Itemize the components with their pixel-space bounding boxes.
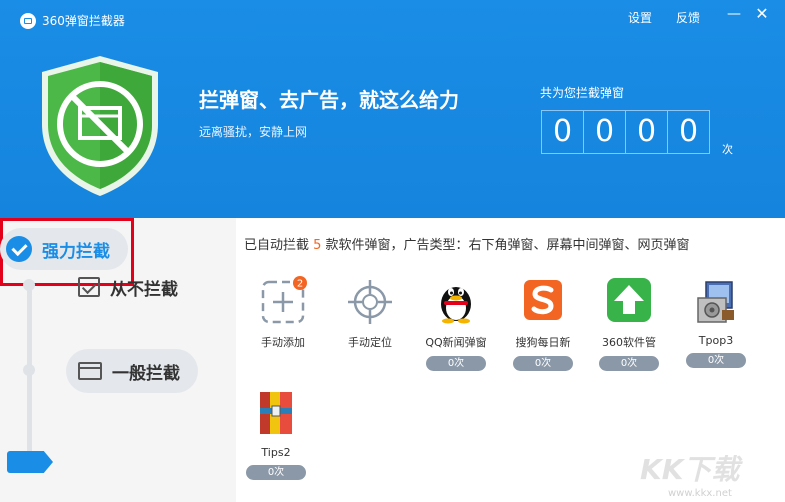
settings-link[interactable]: 设置	[628, 9, 652, 26]
manual-locate-button[interactable]: 手动定位	[325, 276, 415, 350]
mode-never-block[interactable]: 从不拦截	[78, 272, 178, 302]
crosshair-icon	[348, 280, 392, 324]
app-name: QQ新闻弹窗	[425, 336, 487, 349]
summary-prefix: 已自动拦截	[244, 238, 314, 253]
feedback-link[interactable]: 反馈	[676, 9, 700, 26]
counter-digit: 0	[626, 111, 668, 153]
installer-icon	[697, 281, 734, 323]
checkbox-icon	[78, 277, 100, 297]
mode-sidebar: 从不拦截 一般拦截 强力拦截	[0, 218, 236, 502]
app-tile-360[interactable]: 360软件管 0次	[584, 276, 674, 371]
subline: 远离骚扰，安静上网	[199, 125, 308, 139]
app-tile-tpop3[interactable]: Tpop3 0次	[671, 276, 761, 368]
mode-slider-handle[interactable]	[7, 451, 53, 473]
up-arrow-icon	[607, 278, 651, 322]
counter-label: 共为您拦截弹窗	[540, 86, 625, 100]
app-tile-qq[interactable]: QQ新闻弹窗 0次	[411, 276, 501, 371]
counter-digit: 0	[542, 111, 584, 153]
app-title-bar: 360弹窗拦截器	[20, 12, 125, 29]
header-banner: 360弹窗拦截器 设置 反馈 — ✕ 拦弹窗、去广告，就这么给力 远离骚扰，安静…	[0, 0, 785, 218]
shield-block-icon	[42, 56, 158, 196]
app-block-count: 0次	[426, 356, 486, 371]
mode-normal-label: 一般拦截	[112, 363, 180, 384]
headline: 拦弹窗、去广告，就这么给力	[199, 88, 459, 112]
mode-normal-block[interactable]: 一般拦截	[66, 349, 198, 393]
close-button[interactable]: ✕	[752, 4, 772, 24]
watermark-url: www.kkx.net	[668, 488, 732, 499]
app-title: 360弹窗拦截器	[42, 14, 125, 28]
sogou-s-icon	[524, 280, 562, 320]
app-block-count: 0次	[686, 353, 746, 368]
app-logo-icon	[20, 12, 36, 29]
slider-stop-never[interactable]	[23, 279, 35, 291]
slider-stop-normal[interactable]	[23, 364, 35, 376]
app-name: Tpop3	[698, 334, 734, 347]
counter-unit: 次	[722, 143, 733, 156]
minimize-button[interactable]: —	[724, 4, 744, 24]
winrar-books-icon	[260, 392, 292, 434]
qq-penguin-icon	[441, 287, 471, 324]
app-name: Tips2	[261, 446, 291, 459]
app-block-count: 0次	[513, 356, 573, 371]
manual-add-label: 手动添加	[261, 336, 305, 349]
block-counter: 0 0 0 0	[541, 110, 710, 154]
manual-locate-label: 手动定位	[348, 336, 392, 349]
counter-digit: 0	[584, 111, 626, 153]
app-block-count: 0次	[599, 356, 659, 371]
app-name: 搜狗每日新	[515, 336, 571, 349]
app-name: 360软件管	[602, 336, 656, 349]
app-tile-sogou[interactable]: 搜狗每日新 0次	[498, 276, 588, 371]
manual-add-badge: 2	[297, 279, 303, 290]
plus-dashed-icon: 2	[261, 276, 307, 324]
mode-never-label: 从不拦截	[110, 279, 178, 300]
window-icon	[78, 362, 102, 380]
mode-slider-track[interactable]	[27, 282, 32, 470]
app-block-count: 0次	[246, 465, 306, 480]
app-tile-tips2[interactable]: Tips2 0次	[231, 388, 321, 480]
block-summary: 已自动拦截 5 款软件弹窗，广告类型：右下角弹窗、屏幕中间弹窗、网页弹窗	[244, 234, 690, 253]
counter-digit: 0	[678, 114, 699, 149]
summary-suffix: 款软件弹窗，广告类型：右下角弹窗、屏幕中间弹窗、网页弹窗	[321, 238, 690, 253]
manual-add-button[interactable]: 2 手动添加	[238, 276, 328, 350]
check-circle-icon	[6, 236, 32, 262]
mode-strong-label: 强力拦截	[42, 241, 110, 262]
mode-strong-block[interactable]: 强力拦截	[0, 228, 128, 270]
watermark-logo: KK下载	[640, 453, 740, 486]
